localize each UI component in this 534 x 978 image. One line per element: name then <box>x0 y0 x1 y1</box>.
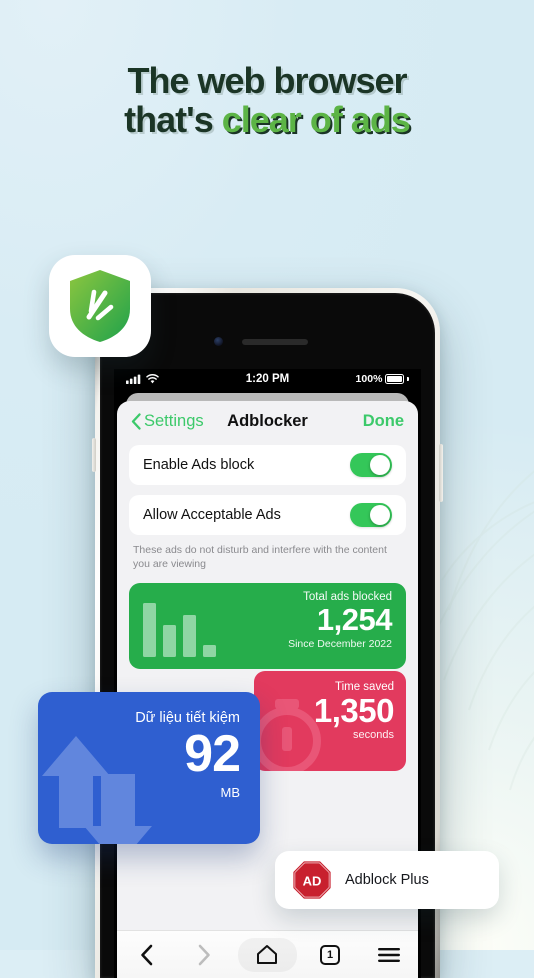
status-right: 100% <box>356 373 409 385</box>
earpiece-speaker <box>242 339 308 345</box>
status-bar: 1:20 PM 100% <box>114 369 421 389</box>
tab-count: 1 <box>320 944 341 965</box>
total-ads-blocked-text: Total ads blocked 1,254 Since December 2… <box>288 591 392 650</box>
data-saved-text: Dữ liệu tiết kiệm 92 MB <box>135 710 241 801</box>
shield-icon <box>70 270 130 342</box>
back-to-settings-button[interactable]: Settings <box>131 412 204 431</box>
adblock-plus-badge[interactable]: AD Adblock Plus <box>275 851 499 909</box>
total-ads-blocked-label: Total ads blocked <box>303 591 392 604</box>
toggle-knob <box>370 505 390 525</box>
setting-row-enable-ads-block[interactable]: Enable Ads block <box>129 445 406 485</box>
headline: The web browser that's clear of ads <box>0 60 534 140</box>
done-button[interactable]: Done <box>363 412 404 431</box>
battery-cap <box>407 377 409 381</box>
toolbar-tabs-button[interactable]: 1 <box>301 931 360 978</box>
back-label: Settings <box>144 411 204 430</box>
setting-label: Allow Acceptable Ads <box>143 507 281 523</box>
app-icon-tile <box>49 255 151 357</box>
headline-line-2: that's clear of ads <box>0 98 534 140</box>
chart-bar <box>183 615 196 658</box>
setting-row-allow-acceptable-ads[interactable]: Allow Acceptable Ads <box>129 495 406 535</box>
chart-bar <box>143 603 156 658</box>
volume-button[interactable] <box>92 438 96 472</box>
headline-line-1: The web browser <box>127 60 407 101</box>
battery-percent: 100% <box>355 373 383 385</box>
total-ads-blocked-since: Since December 2022 <box>288 637 392 650</box>
chevron-left-icon <box>140 944 153 965</box>
time-saved-unit: seconds <box>353 729 394 742</box>
svg-text:AD: AD <box>303 874 322 889</box>
data-saved-label: Dữ liệu tiết kiệm <box>135 710 240 726</box>
adblock-plus-octagon-icon: AD <box>293 861 331 899</box>
chevron-right-icon <box>199 944 211 965</box>
headline-line-2-green: clear of ads <box>221 98 411 140</box>
headline-line-2-dark: that's <box>124 98 222 140</box>
nav-bar: Settings Adblocker Done <box>117 401 418 441</box>
data-saved-card: Dữ liệu tiết kiệm 92 MB <box>38 692 260 844</box>
total-ads-blocked-card: Total ads blocked 1,254 Since December 2… <box>129 583 406 670</box>
toolbar-forward-button[interactable] <box>176 931 235 978</box>
toolbar-back-button[interactable] <box>117 931 176 978</box>
allow-acceptable-ads-toggle[interactable] <box>350 503 392 527</box>
setting-label: Enable Ads block <box>143 457 255 473</box>
chevron-left-icon <box>131 412 141 430</box>
time-saved-card: Time saved 1,350 seconds <box>254 671 406 771</box>
toggle-knob <box>370 455 390 475</box>
total-ads-blocked-value: 1,254 <box>316 602 393 638</box>
acceptable-ads-note: These ads do not disturb and interfere w… <box>133 544 387 571</box>
time-saved-text: Time saved 1,350 seconds <box>313 681 395 742</box>
home-icon <box>257 945 278 964</box>
browser-toolbar: 1 <box>117 930 418 978</box>
data-saved-unit: MB <box>220 785 241 801</box>
chart-bar <box>203 645 216 658</box>
ads-blocked-bar-chart <box>143 603 216 658</box>
adblock-plus-label: Adblock Plus <box>345 872 429 888</box>
data-saved-value: 92 <box>184 725 241 783</box>
battery-icon <box>385 374 405 384</box>
chart-bar <box>163 625 176 658</box>
hamburger-menu-icon <box>377 947 400 962</box>
power-button[interactable] <box>439 444 443 502</box>
front-camera-icon <box>214 337 223 346</box>
time-saved-value: 1,350 <box>313 692 395 729</box>
toolbar-menu-button[interactable] <box>359 931 418 978</box>
toolbar-home-button[interactable] <box>238 937 297 972</box>
enable-ads-block-toggle[interactable] <box>350 453 392 477</box>
